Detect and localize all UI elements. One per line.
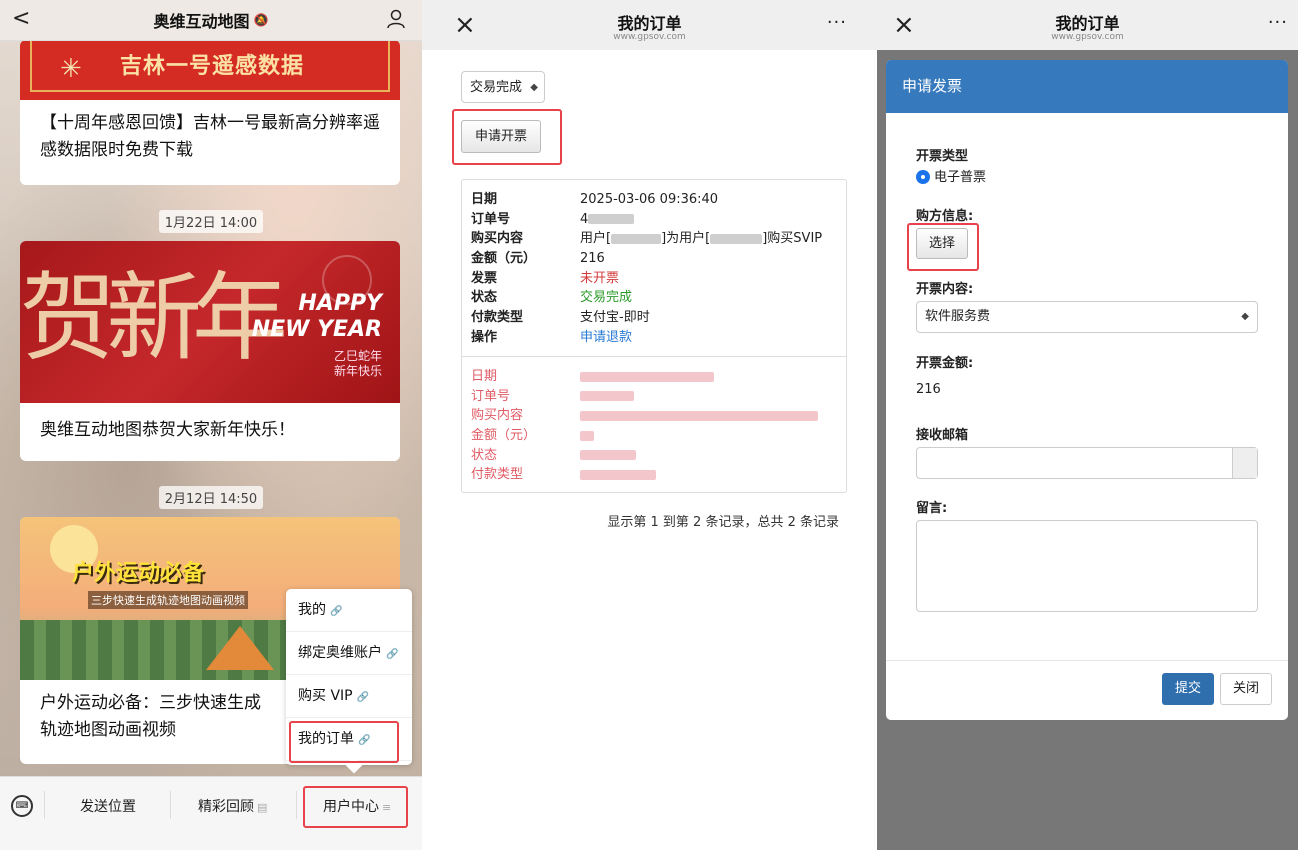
chevron-updown-icon: ◆ bbox=[1241, 311, 1249, 322]
banner-big-text: 贺新年 bbox=[20, 262, 288, 374]
user-center-button[interactable]: 用户中心 ≡ bbox=[323, 796, 391, 816]
email-input[interactable] bbox=[916, 447, 1258, 479]
chevron-updown-icon: ◆ bbox=[530, 82, 538, 93]
article-title: 【十周年感恩回馈】吉林一号最新高分辨率遥感数据限时免费下载 bbox=[40, 113, 380, 160]
input-addon bbox=[1232, 448, 1257, 478]
banner-text: 户外运动必备 bbox=[72, 561, 205, 586]
top-nav: × 我的订单 www.gpsov.com ··· bbox=[877, 0, 1298, 50]
top-nav: × 我的订单 www.gpsov.com ··· bbox=[422, 0, 877, 50]
article-list-panel: < 奥维互动地图 🔕 ✳ 吉林一号遥感数据 【十周年感恩回馈】吉林一号最新高分辨… bbox=[0, 0, 422, 850]
menu-item-my[interactable]: 我的 🔗 bbox=[286, 589, 412, 632]
submit-button[interactable]: 提交 bbox=[1162, 673, 1214, 705]
link-icon: 🔗 bbox=[356, 692, 370, 703]
invoice-content-label: 开票内容: bbox=[916, 282, 974, 297]
banner-text: 吉林一号遥感数据 bbox=[120, 54, 305, 79]
menu-icon: ▤ bbox=[257, 801, 268, 814]
message-label: 留言: bbox=[916, 501, 948, 516]
mute-icon: 🔕 bbox=[253, 13, 269, 27]
page-url: www.gpsov.com bbox=[613, 32, 686, 42]
page-title: 奥维互动地图 bbox=[153, 12, 250, 31]
radio-selected-icon bbox=[916, 170, 930, 184]
article-title: 奥维互动地图恭贺大家新年快乐！ bbox=[40, 420, 295, 440]
modal-title: 申请发票 bbox=[886, 60, 1288, 113]
tent-illustration bbox=[206, 626, 274, 670]
email-label: 接收邮箱 bbox=[916, 428, 969, 443]
article-banner: ✳ 吉林一号遥感数据 bbox=[20, 40, 400, 100]
menu-item-bind-account[interactable]: 绑定奥维账户 🔗 bbox=[286, 632, 412, 675]
refund-link[interactable]: 申请退款 bbox=[580, 328, 632, 348]
orders-table: 日期 2025-03-06 09:36:40 订单号 4 购买内容 用户[]为用户[]… bbox=[461, 179, 847, 493]
order-amount: 216 bbox=[580, 251, 605, 267]
order-record: 日期 2025-03-06 09:36:40 订单号 4 购买内容 用户[]为用户[]… bbox=[471, 190, 841, 348]
invoice-status: 未开票 bbox=[580, 270, 620, 286]
pagination-info: 显示第 1 到第 2 条记录，总共 2 条记录 bbox=[607, 515, 839, 530]
invoice-dialog-panel: × 我的订单 www.gpsov.com ··· 申请发票 开票类型 电子普票 … bbox=[877, 0, 1298, 850]
bottom-menu-bar: ⌨ 发送位置 精彩回顾 ▤ 用户中心 ≡ bbox=[0, 776, 422, 850]
banner-sub-text: 乙巳蛇年 新年快乐 bbox=[333, 349, 382, 378]
back-icon[interactable]: < bbox=[12, 6, 30, 31]
buyer-info-label: 购方信息: bbox=[916, 209, 974, 224]
link-icon: 🔗 bbox=[330, 606, 343, 617]
timestamp: 2月12日 14:50 bbox=[0, 486, 422, 509]
apply-invoice-modal: 申请发票 开票类型 电子普票 购方信息: 选择 开票内容: 软件服务费 ◆ 开票金… bbox=[886, 60, 1288, 720]
order-number: 4 bbox=[580, 210, 635, 230]
order-status: 交易完成 bbox=[580, 290, 633, 306]
invoice-amount-label: 开票金额: bbox=[916, 356, 974, 371]
invoice-amount-value: 216 bbox=[916, 382, 941, 397]
order-content: 用户[]为用户[]购买SVIP bbox=[580, 231, 823, 247]
link-icon: 🔗 bbox=[358, 735, 371, 746]
highlights-button[interactable]: 精彩回顾 ▤ bbox=[198, 796, 267, 816]
article-banner: 贺新年 HAPPY NEW YEAR 乙巳蛇年 新年快乐 bbox=[20, 241, 400, 403]
more-icon[interactable]: ··· bbox=[827, 12, 847, 33]
sparkle-icon: ✳ bbox=[60, 54, 82, 84]
user-center-menu: 我的 🔗 绑定奥维账户 🔗 购买 VIP 🔗 我的订单 🔗 bbox=[286, 589, 412, 774]
page-title: 我的订单 bbox=[617, 14, 682, 33]
link-icon: 🔗 bbox=[386, 649, 399, 660]
close-button[interactable]: 关闭 bbox=[1220, 673, 1272, 705]
more-icon[interactable]: ··· bbox=[1268, 12, 1288, 33]
invoice-type-label: 开票类型 bbox=[916, 149, 969, 164]
menu-item-buy-vip[interactable]: 购买 VIP 🔗 bbox=[286, 675, 412, 718]
menu-item-my-orders[interactable]: 我的订单 🔗 bbox=[286, 718, 412, 761]
apply-invoice-button[interactable]: 申请开票 bbox=[461, 120, 541, 153]
order-status-filter[interactable]: 交易完成 ◆ bbox=[461, 71, 545, 103]
message-textarea[interactable] bbox=[916, 520, 1258, 612]
invoice-type-radio[interactable]: 电子普票 bbox=[916, 170, 986, 186]
timestamp: 1月22日 14:00 bbox=[0, 210, 422, 233]
choose-buyer-button[interactable]: 选择 bbox=[916, 228, 968, 259]
top-nav: < 奥维互动地图 🔕 bbox=[0, 0, 422, 41]
page-url: www.gpsov.com bbox=[1051, 32, 1124, 42]
invoice-content-select[interactable]: 软件服务费 ◆ bbox=[916, 301, 1258, 333]
order-date: 2025-03-06 09:36:40 bbox=[580, 192, 719, 207]
order-record: 日期 订单号 购买内容 金额（元） 状态 付款类型 bbox=[471, 367, 841, 485]
user-profile-icon[interactable] bbox=[386, 9, 406, 29]
banner-happy-text: HAPPY NEW YEAR bbox=[251, 291, 382, 342]
keyboard-icon[interactable]: ⌨ bbox=[11, 795, 33, 817]
article-card-jilin[interactable]: ✳ 吉林一号遥感数据 【十周年感恩回馈】吉林一号最新高分辨率遥感数据限时免费下载 bbox=[20, 40, 400, 185]
article-card-new-year[interactable]: 贺新年 HAPPY NEW YEAR 乙巳蛇年 新年快乐 奥维互动地图恭贺大家新… bbox=[20, 241, 400, 461]
send-location-button[interactable]: 发送位置 bbox=[80, 796, 136, 816]
banner-sub-text: 三步快速生成轨迹地图动画视频 bbox=[88, 591, 248, 609]
page-title: 我的订单 bbox=[1055, 14, 1120, 33]
my-orders-panel: × 我的订单 www.gpsov.com ··· 交易完成 ◆ 申请开票 日期 20… bbox=[422, 0, 877, 850]
menu-icon: ≡ bbox=[382, 801, 392, 814]
payment-type: 支付宝-即时 bbox=[580, 310, 650, 326]
